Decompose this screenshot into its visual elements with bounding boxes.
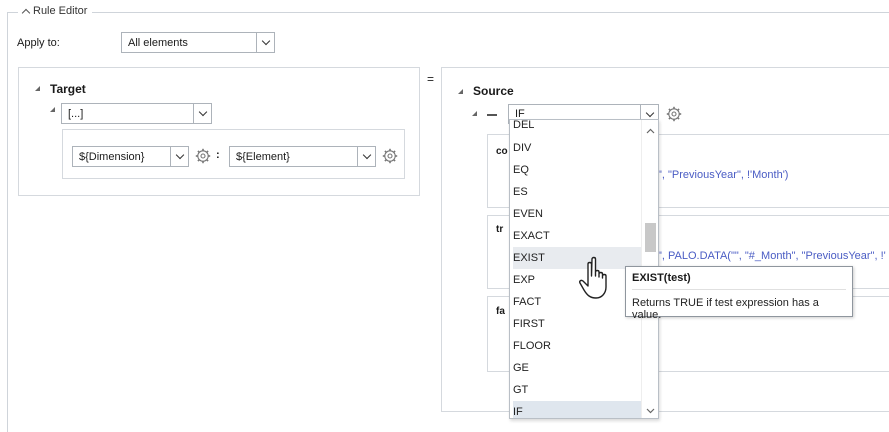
element-select[interactable]: ${Element} — [229, 146, 376, 167]
scrollbar-thumb[interactable] — [645, 223, 656, 252]
list-item-hovered[interactable]: EXIST — [513, 247, 641, 269]
element-value: ${Element} — [236, 150, 290, 163]
list-item[interactable]: FLOOR — [513, 335, 641, 357]
scroll-up-arrow-icon[interactable] — [646, 128, 655, 134]
tooltip-title: EXIST(test) — [632, 272, 691, 284]
expand-triangle-icon[interactable] — [50, 107, 55, 112]
condition-label: co — [496, 146, 508, 157]
tooltip-description: Returns TRUE if test expression has a va… — [632, 289, 846, 321]
dimension-value: ${Dimension} — [79, 150, 145, 163]
false-label: fa — [496, 306, 505, 317]
equals-sign: = — [427, 72, 435, 86]
list-item[interactable]: DIV — [513, 137, 641, 159]
hand-pointer-icon — [579, 256, 607, 299]
list-item[interactable]: ES — [513, 181, 641, 203]
list-item[interactable]: DEL — [513, 120, 641, 132]
gear-icon[interactable] — [382, 148, 398, 164]
list-item[interactable]: EXP — [513, 269, 641, 291]
list-item-selected[interactable]: IF — [513, 401, 641, 418]
condition-expression[interactable]: ", "PreviousYear", !'Month') — [658, 169, 788, 181]
chevron-down-icon[interactable] — [256, 33, 274, 52]
list-item[interactable]: GT — [513, 379, 641, 401]
separator-colon: : — [216, 149, 220, 161]
chevron-down-icon[interactable] — [193, 104, 211, 123]
expand-triangle-icon[interactable] — [472, 111, 477, 116]
list-item[interactable]: FIRST — [513, 313, 641, 335]
list-item[interactable]: FACT — [513, 291, 641, 313]
list-item[interactable]: EXACT — [513, 225, 641, 247]
function-tooltip: EXIST(test) Returns TRUE if test express… — [625, 266, 853, 321]
gear-icon[interactable] — [666, 106, 682, 122]
apply-to-value: All elements — [128, 36, 188, 49]
rule-editor-header[interactable]: Rule Editor — [18, 5, 93, 18]
chevron-down-icon[interactable] — [357, 147, 375, 166]
gear-icon[interactable] — [195, 148, 211, 164]
scroll-down-arrow-icon[interactable] — [646, 408, 655, 414]
rule-editor-title: Rule Editor — [33, 5, 88, 17]
list-item[interactable]: GE — [513, 357, 641, 379]
collapse-chevron-icon[interactable] — [21, 8, 31, 18]
list-item[interactable]: EVEN — [513, 203, 641, 225]
expand-triangle-icon[interactable] — [458, 89, 463, 94]
apply-to-select[interactable]: All elements — [121, 32, 275, 53]
chevron-down-icon[interactable] — [170, 147, 188, 166]
true-expression[interactable]: ", PALO.DATA("", "#_Month", "PreviousYea… — [658, 250, 886, 262]
target-selector-select[interactable]: [...] — [61, 103, 212, 124]
dimension-select[interactable]: ${Dimension} — [72, 146, 189, 167]
expand-triangle-icon[interactable] — [35, 86, 40, 91]
minus-icon[interactable] — [487, 114, 497, 116]
source-title: Source — [473, 84, 514, 98]
apply-to-label: Apply to: — [17, 37, 60, 49]
target-selector-value: [...] — [68, 107, 84, 120]
true-label: tr — [496, 224, 504, 235]
target-title: Target — [50, 82, 86, 96]
list-item[interactable]: EQ — [513, 159, 641, 181]
